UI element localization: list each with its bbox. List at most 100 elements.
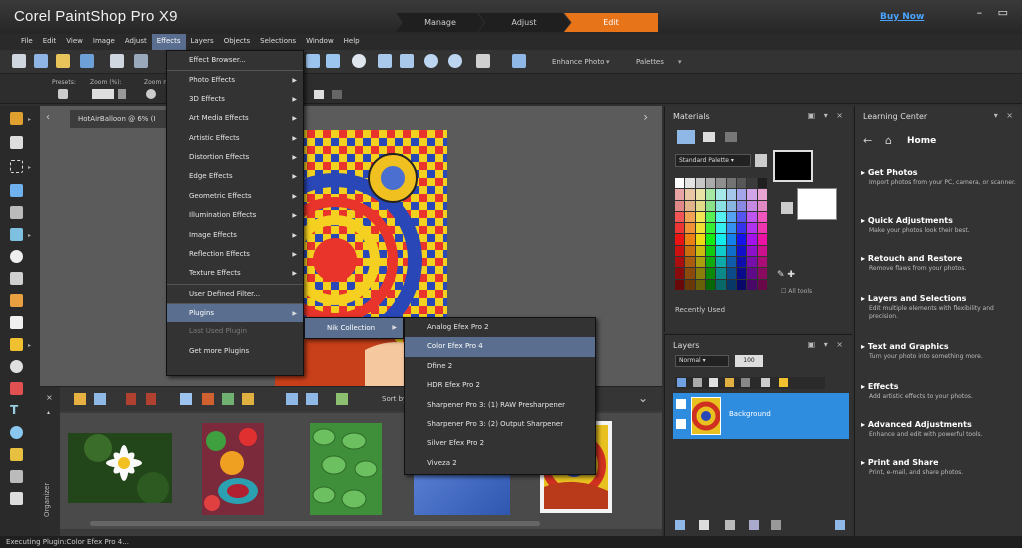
chevron-right-icon[interactable]: › [643, 110, 648, 124]
tool-caret-3[interactable]: ▸ [28, 232, 31, 239]
color-swatch[interactable] [705, 178, 716, 189]
lock-icon[interactable] [779, 378, 788, 387]
mask-icon[interactable] [709, 378, 718, 387]
close-icon[interactable]: × [46, 393, 53, 402]
menu-item-sharpener-output[interactable]: Sharpener Pro 3: (2) Output Sharpener [405, 415, 595, 434]
folder-icon[interactable] [56, 54, 70, 68]
color-swatch[interactable] [716, 223, 726, 234]
color-swatch[interactable] [716, 279, 726, 290]
color-swatch[interactable] [685, 189, 695, 200]
frame-mode-icon[interactable] [677, 130, 695, 144]
palettes-menu[interactable]: Palettes [636, 58, 664, 66]
menu-item-get-more-plugins[interactable]: Get more Plugins [167, 342, 303, 361]
rotate-right-icon[interactable] [306, 393, 318, 405]
color-swatch[interactable] [705, 200, 716, 211]
color-swatch[interactable] [747, 200, 757, 211]
lc-print-share[interactable]: ▸ Print and Share Print, e-mail, and sha… [861, 458, 1019, 477]
menu-item-distortion-effects[interactable]: Distortion Effects ▶ [167, 148, 303, 167]
color-swatch[interactable] [747, 211, 757, 223]
menu-item-dfine[interactable]: Dfine 2 [405, 357, 595, 376]
color-swatch[interactable] [695, 257, 705, 268]
thumbnail-flower[interactable] [68, 433, 172, 503]
color-swatch[interactable] [716, 211, 726, 223]
color-swatch[interactable] [747, 245, 757, 257]
color-swatch[interactable] [736, 200, 747, 211]
color-swatch[interactable] [685, 268, 695, 279]
color-swatch[interactable] [685, 211, 695, 223]
color-swatch[interactable] [675, 268, 685, 279]
layers-panel-controls[interactable]: ▣ ▾ × [808, 340, 846, 349]
lc-effects[interactable]: ▸ Effects Add artistic effects to your p… [861, 382, 1019, 401]
trash-icon[interactable] [771, 520, 781, 530]
menu-layers[interactable]: Layers [186, 34, 219, 50]
thumbnail-leaves[interactable] [310, 423, 382, 515]
undo-icon[interactable] [306, 54, 320, 68]
color-swatch[interactable] [716, 178, 726, 189]
color-swatch[interactable] [716, 245, 726, 257]
menu-adjust[interactable]: Adjust [120, 34, 152, 50]
color-swatch[interactable] [726, 279, 736, 290]
foreground-color-swatch[interactable] [773, 150, 813, 182]
dodge-tool-icon[interactable] [10, 360, 23, 373]
color-swatch[interactable] [757, 268, 767, 279]
red-eye-tool-icon[interactable] [10, 250, 23, 263]
color-swatch[interactable] [716, 257, 726, 268]
share-icon[interactable] [512, 54, 526, 68]
pan-tool-icon[interactable] [10, 112, 23, 125]
selection-tool-icon[interactable] [10, 160, 23, 173]
tool-caret-1[interactable]: ▸ [28, 116, 31, 123]
learning-panel-controls[interactable]: ▾ × [994, 111, 1016, 120]
menu-item-hdr-efex[interactable]: HDR Efex Pro 2 [405, 376, 595, 395]
color-swatch[interactable] [726, 223, 736, 234]
menu-item-geometric-effects[interactable]: Geometric Effects ▶ [167, 187, 303, 206]
menu-selections[interactable]: Selections [255, 34, 301, 50]
menu-help[interactable]: Help [339, 34, 365, 50]
tab-manage[interactable]: Manage [396, 13, 484, 32]
color-swatch[interactable] [695, 245, 705, 257]
color-swatch[interactable] [695, 268, 705, 279]
color-swatch[interactable] [747, 189, 757, 200]
color-swatch[interactable] [736, 279, 747, 290]
chevron-down-icon[interactable]: ⌄ [638, 391, 648, 405]
color-swatch[interactable] [685, 245, 695, 257]
color-swatch[interactable] [705, 189, 716, 200]
materials-panel-controls[interactable]: ▣ ▾ × [808, 111, 846, 120]
menu-edit[interactable]: Edit [38, 34, 62, 50]
redo-icon[interactable] [326, 54, 340, 68]
lc-advanced-adjustments[interactable]: ▸ Advanced Adjustments Enhance and edit … [861, 420, 1019, 439]
menu-effects[interactable]: Effects [151, 34, 186, 50]
chevron-left-icon[interactable]: ‹ [46, 112, 50, 123]
color-swatch[interactable] [726, 268, 736, 279]
color-swatch[interactable] [736, 245, 747, 257]
color-swatch[interactable] [736, 268, 747, 279]
menu-item-reflection-effects[interactable]: Reflection Effects ▶ [167, 245, 303, 264]
color-swatch[interactable] [695, 279, 705, 290]
mesh-warp-icon[interactable] [10, 492, 23, 505]
tool-caret-4[interactable]: ▸ [28, 342, 31, 349]
menu-item-image-effects[interactable]: Image Effects ▶ [167, 226, 303, 245]
color-swatch[interactable] [757, 189, 767, 200]
color-swatch[interactable] [747, 178, 757, 189]
fit-window-icon[interactable] [378, 54, 392, 68]
back-arrow-icon[interactable]: ← [863, 134, 872, 147]
rainbow-mode-icon[interactable] [703, 132, 715, 142]
color-swatch[interactable] [716, 200, 726, 211]
color-swatch[interactable] [705, 223, 716, 234]
brush-icon[interactable] [126, 393, 136, 405]
warp-brush-icon[interactable] [10, 470, 23, 483]
color-swatch[interactable] [747, 268, 757, 279]
menu-item-illumination-effects[interactable]: Illumination Effects ▶ [167, 206, 303, 225]
color-swatch[interactable] [757, 234, 767, 245]
tab-adjust[interactable]: Adjust [478, 13, 570, 32]
background-color-swatch[interactable] [797, 188, 837, 220]
color-swatch[interactable] [675, 257, 685, 268]
color-swatch[interactable] [685, 279, 695, 290]
layer-row-background[interactable]: Background [673, 393, 849, 439]
color-swatch[interactable] [675, 200, 685, 211]
visibility-icon[interactable] [676, 399, 686, 409]
color-swatch[interactable] [757, 223, 767, 234]
dropper-tool-icon[interactable] [10, 184, 23, 197]
map-icon[interactable] [242, 393, 254, 405]
color-swatch[interactable] [736, 211, 747, 223]
layer-style-icon[interactable] [725, 520, 735, 530]
